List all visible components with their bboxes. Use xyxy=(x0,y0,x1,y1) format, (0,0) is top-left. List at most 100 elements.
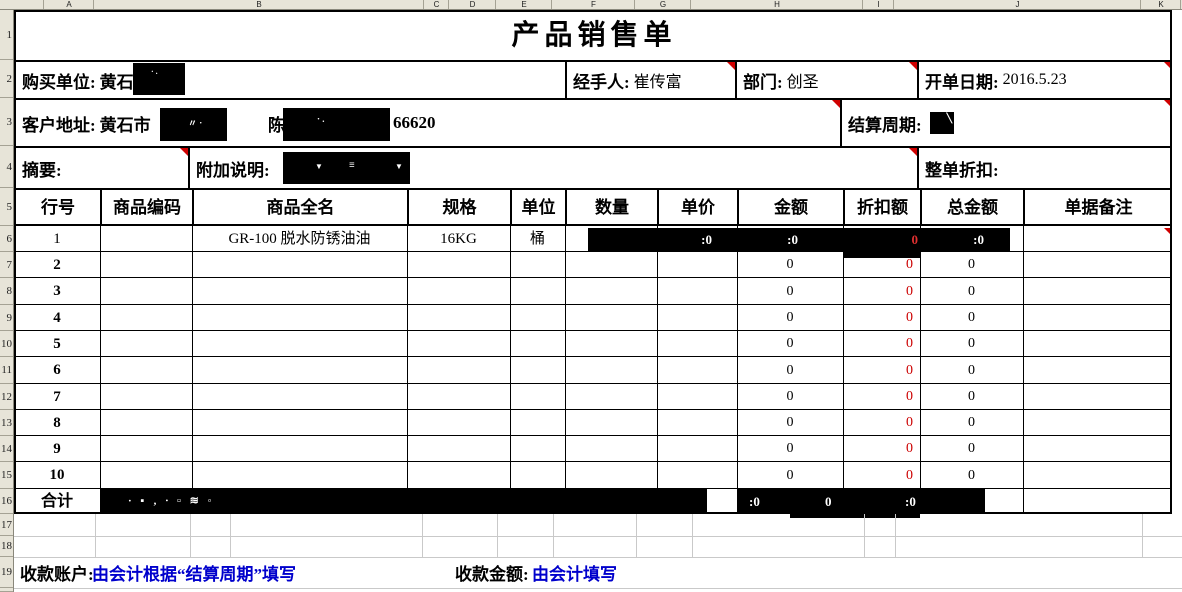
column-header-0[interactable]: 行号 xyxy=(14,188,100,226)
table-cell[interactable] xyxy=(1023,462,1172,489)
table-cell[interactable] xyxy=(407,278,510,305)
table-cell[interactable] xyxy=(565,331,657,357)
table-cell[interactable] xyxy=(100,305,192,331)
table-cell[interactable] xyxy=(192,462,407,489)
table-cell[interactable] xyxy=(100,278,192,305)
table-cell[interactable] xyxy=(1023,278,1172,305)
title-cell[interactable]: 产品销售单 xyxy=(14,10,1172,60)
table-cell[interactable] xyxy=(510,278,565,305)
row-number[interactable]: 17 xyxy=(0,514,13,536)
column-letter[interactable]: K xyxy=(1142,0,1181,9)
table-cell[interactable] xyxy=(407,436,510,462)
table-cell[interactable] xyxy=(510,462,565,489)
table-cell[interactable] xyxy=(100,357,192,384)
table-cell[interactable] xyxy=(657,384,737,410)
table-cell[interactable] xyxy=(510,305,565,331)
column-letter[interactable]: E xyxy=(497,0,552,9)
table-cell[interactable] xyxy=(1023,384,1172,410)
table-cell[interactable] xyxy=(657,305,737,331)
summary-cell[interactable]: 摘要: xyxy=(14,146,188,188)
table-cell[interactable] xyxy=(657,252,737,278)
row-number[interactable]: 3 xyxy=(0,98,13,146)
table-cell[interactable] xyxy=(657,462,737,489)
table-cell[interactable] xyxy=(100,462,192,489)
row-number[interactable]: 5 xyxy=(0,188,13,226)
table-cell[interactable] xyxy=(565,278,657,305)
table-cell[interactable] xyxy=(510,410,565,436)
buyer-cell[interactable]: 购买单位: 黄石 xyxy=(14,60,565,98)
table-cell[interactable] xyxy=(192,384,407,410)
table-cell[interactable] xyxy=(657,278,737,305)
row-number[interactable]: 7 xyxy=(0,252,13,278)
table-cell[interactable] xyxy=(510,384,565,410)
row-number[interactable]: 16 xyxy=(0,489,13,514)
table-cell[interactable] xyxy=(100,436,192,462)
table-cell[interactable] xyxy=(657,410,737,436)
table-cell[interactable] xyxy=(407,462,510,489)
table-cell[interactable] xyxy=(1023,252,1172,278)
column-header-3[interactable]: 规格 xyxy=(407,188,510,226)
column-header-4[interactable]: 单位 xyxy=(510,188,565,226)
date-cell[interactable]: 开单日期: 2016.5.23 xyxy=(917,60,1172,98)
table-cell[interactable] xyxy=(1023,436,1172,462)
table-cell[interactable] xyxy=(565,384,657,410)
table-cell[interactable] xyxy=(510,331,565,357)
table-cell[interactable] xyxy=(192,331,407,357)
row-header-strip[interactable]: 12345678910111213141516171819 xyxy=(0,10,14,592)
table-cell[interactable] xyxy=(510,357,565,384)
table-cell[interactable] xyxy=(407,384,510,410)
table-cell[interactable] xyxy=(192,278,407,305)
table-cell[interactable] xyxy=(565,436,657,462)
table-cell[interactable] xyxy=(100,226,192,252)
settlement-cell[interactable]: 结算周期: xyxy=(840,98,1172,146)
table-cell[interactable] xyxy=(192,252,407,278)
column-header-2[interactable]: 商品全名 xyxy=(192,188,407,226)
table-cell[interactable] xyxy=(100,331,192,357)
row-number[interactable]: 19 xyxy=(0,557,13,588)
column-letter[interactable]: J xyxy=(895,0,1141,9)
row-number[interactable]: 10 xyxy=(0,331,13,357)
table-cell[interactable] xyxy=(407,252,510,278)
row-number[interactable]: 14 xyxy=(0,436,13,462)
column-header-10[interactable]: 单据备注 xyxy=(1023,188,1172,226)
row-number[interactable]: 9 xyxy=(0,305,13,331)
column-header-6[interactable]: 单价 xyxy=(657,188,737,226)
column-header-1[interactable]: 商品编码 xyxy=(100,188,192,226)
table-cell[interactable] xyxy=(100,252,192,278)
table-cell[interactable] xyxy=(192,410,407,436)
column-letter[interactable]: B xyxy=(95,0,424,9)
table-cell[interactable] xyxy=(192,436,407,462)
table-cell[interactable] xyxy=(1023,489,1172,514)
row-number[interactable]: 12 xyxy=(0,384,13,410)
table-cell[interactable] xyxy=(100,410,192,436)
table-cell[interactable] xyxy=(657,436,737,462)
handler-cell[interactable]: 经手人: 崔传富 xyxy=(565,60,735,98)
table-cell[interactable] xyxy=(1023,357,1172,384)
table-cell[interactable] xyxy=(1023,226,1172,252)
table-cell[interactable] xyxy=(1023,410,1172,436)
table-cell[interactable] xyxy=(407,305,510,331)
column-letter[interactable]: D xyxy=(450,0,496,9)
column-letter[interactable]: G xyxy=(636,0,691,9)
column-header-9[interactable]: 总金额 xyxy=(920,188,1023,226)
row-number[interactable]: 2 xyxy=(0,60,13,98)
table-cell[interactable] xyxy=(657,357,737,384)
row-number[interactable]: 18 xyxy=(0,536,13,557)
table-cell[interactable] xyxy=(1023,305,1172,331)
table-cell[interactable] xyxy=(565,305,657,331)
table-cell[interactable] xyxy=(192,305,407,331)
column-header-strip[interactable]: ABCDEFGHIJK xyxy=(0,0,1182,10)
column-letter[interactable] xyxy=(14,0,44,9)
column-header-5[interactable]: 数量 xyxy=(565,188,657,226)
table-cell[interactable] xyxy=(407,331,510,357)
order-discount-cell[interactable]: 整单折扣: xyxy=(917,146,1172,188)
row-number[interactable] xyxy=(0,588,13,592)
row-number[interactable]: 15 xyxy=(0,462,13,489)
column-letter[interactable]: A xyxy=(45,0,94,9)
table-cell[interactable] xyxy=(565,462,657,489)
department-cell[interactable]: 部门: 创圣 xyxy=(735,60,917,98)
table-cell[interactable] xyxy=(565,357,657,384)
table-cell[interactable] xyxy=(192,357,407,384)
column-letter[interactable]: F xyxy=(553,0,635,9)
table-cell[interactable] xyxy=(565,252,657,278)
